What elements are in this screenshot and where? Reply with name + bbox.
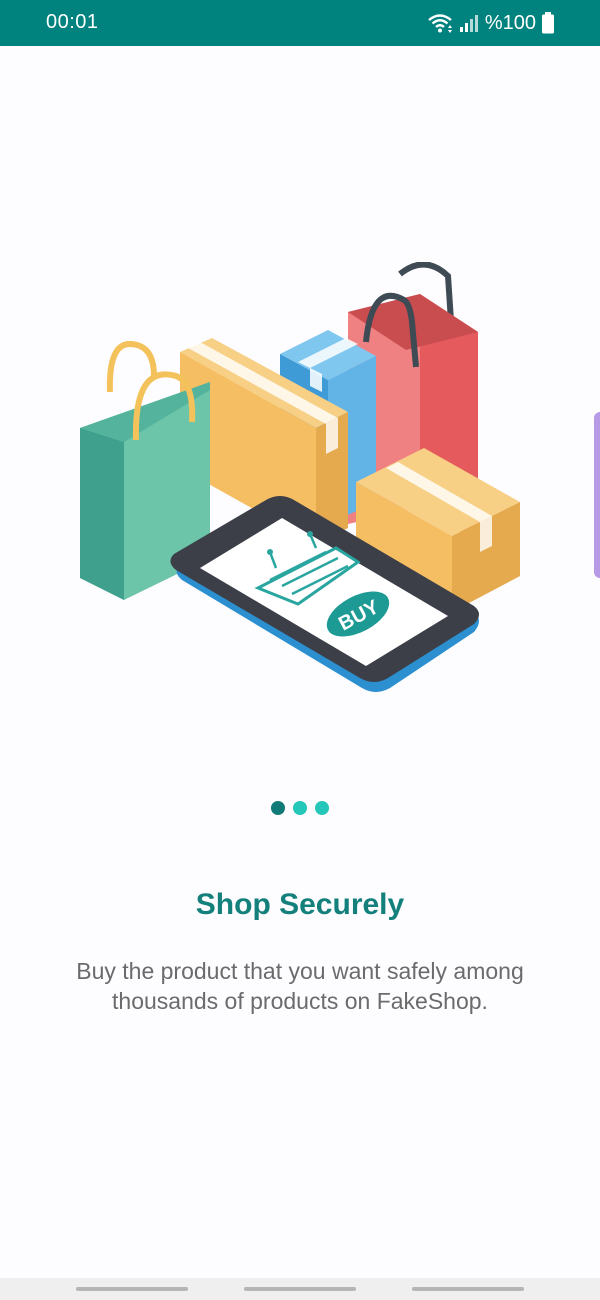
shopping-illustration: BUY [80, 262, 520, 692]
status-time: 00:01 [46, 11, 99, 33]
page-dot-1[interactable] [271, 801, 285, 815]
wifi-icon [428, 14, 452, 33]
battery-percent: %100 [484, 11, 536, 34]
nav-back-button[interactable] [412, 1287, 524, 1291]
status-bar: 00:01 %100 [0, 0, 600, 46]
edge-panel-handle[interactable] [594, 412, 600, 578]
signal-icon [459, 15, 478, 32]
status-icons: %100 [427, 9, 554, 37]
nav-recents-button[interactable] [76, 1287, 188, 1291]
battery-icon [542, 12, 554, 34]
page-dot-3[interactable] [315, 801, 329, 815]
page-indicator [0, 801, 600, 817]
navigation-bar [0, 1278, 600, 1300]
onboarding-title: Shop Securely [195, 888, 405, 921]
onboarding-description: Buy the product that you want safely amo… [76, 958, 524, 1014]
nav-home-button[interactable] [244, 1287, 356, 1291]
page-dot-2[interactable] [293, 801, 307, 815]
